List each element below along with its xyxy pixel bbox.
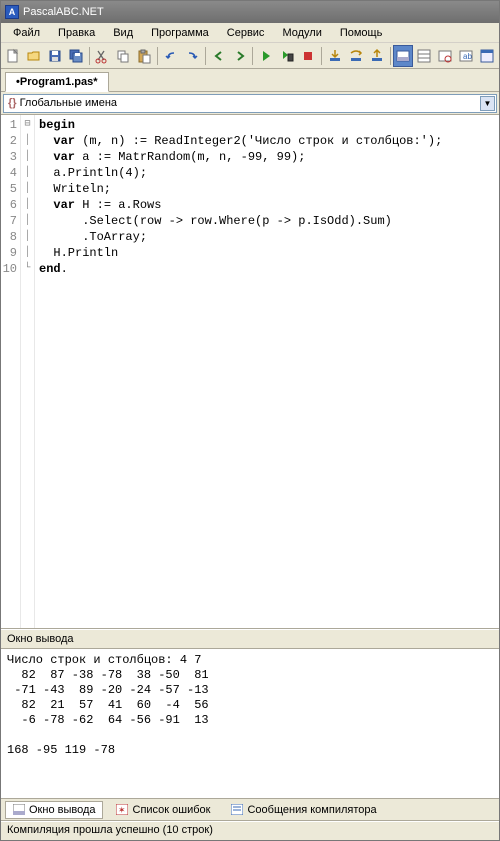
menu-bar: Файл Правка Вид Программа Сервис Модули … [1, 23, 499, 43]
tab-messages[interactable]: Сообщения компилятора [223, 801, 383, 819]
save-all-button[interactable] [66, 45, 86, 67]
messages-icon [230, 804, 243, 816]
braces-icon: {} [8, 97, 17, 109]
step-out-button[interactable] [367, 45, 387, 67]
watch-button[interactable] [435, 45, 455, 67]
form-designer-button[interactable] [477, 45, 497, 67]
toolbar-separator [252, 47, 253, 65]
toolbar-separator [321, 47, 322, 65]
save-button[interactable] [45, 45, 65, 67]
new-file-button[interactable] [3, 45, 23, 67]
panel-toggle-button[interactable] [393, 45, 413, 67]
tab-strip: •Program1.pas* [1, 69, 499, 92]
scope-combo-row: {} Глобальные имена ▼ [1, 92, 499, 115]
menu-file[interactable]: Файл [5, 25, 48, 41]
copy-button[interactable] [113, 45, 133, 67]
app-title: PascalABC.NET [23, 6, 104, 18]
chevron-down-icon[interactable]: ▼ [480, 96, 495, 111]
undo-button[interactable] [161, 45, 181, 67]
toolbar-separator [89, 47, 90, 65]
redo-button[interactable] [182, 45, 202, 67]
cut-button[interactable] [92, 45, 112, 67]
toolbar-separator [205, 47, 206, 65]
toolbar-separator [157, 47, 158, 65]
variables-button[interactable]: ab [456, 45, 476, 67]
step-over-button[interactable] [346, 45, 366, 67]
file-tab[interactable]: •Program1.pas* [5, 72, 109, 92]
open-file-button[interactable] [24, 45, 44, 67]
output-panel[interactable]: Число строк и столбцов: 4 7 82 87 -38 -7… [1, 649, 499, 799]
scope-combo[interactable]: {} Глобальные имена ▼ [3, 94, 497, 113]
output-icon [12, 804, 25, 816]
paste-button[interactable] [134, 45, 154, 67]
title-bar: A PascalABC.NET [1, 1, 499, 23]
step-into-button[interactable] [325, 45, 345, 67]
output-panel-title: Окно вывода [1, 629, 499, 649]
toolbar-separator [390, 47, 391, 65]
line-gutter: 12345678910 [1, 115, 21, 628]
tab-errors[interactable]: ✶ Список ошибок [109, 801, 218, 819]
menu-program[interactable]: Программа [143, 25, 217, 41]
status-bar: Компиляция прошла успешно (10 строк) [1, 821, 499, 840]
svg-text:✶: ✶ [118, 805, 126, 815]
tab-output[interactable]: Окно вывода [5, 801, 103, 819]
run-noconsole-button[interactable] [277, 45, 297, 67]
menu-modules[interactable]: Модули [274, 25, 329, 41]
nav-forward-button[interactable] [230, 45, 250, 67]
toolbar: ab [1, 43, 499, 69]
errors-icon: ✶ [116, 804, 129, 816]
code-area[interactable]: begin var (m, n) := ReadInteger2('Число … [35, 115, 499, 628]
status-text: Компиляция прошла успешно (10 строк) [7, 824, 213, 836]
scope-combo-label: Глобальные имена [20, 97, 118, 109]
run-button[interactable] [256, 45, 276, 67]
app-icon: A [5, 5, 19, 19]
menu-view[interactable]: Вид [105, 25, 141, 41]
bottom-tab-strip: Окно вывода ✶ Список ошибок Сообщения ко… [1, 799, 499, 821]
fold-column[interactable]: ⊟││││││││└ [21, 115, 35, 628]
menu-service[interactable]: Сервис [219, 25, 273, 41]
menu-help[interactable]: Помощь [332, 25, 391, 41]
code-editor[interactable]: 12345678910 ⊟││││││││└ begin var (m, n) … [1, 115, 499, 629]
properties-button[interactable] [414, 45, 434, 67]
menu-edit[interactable]: Правка [50, 25, 103, 41]
svg-text:ab: ab [463, 52, 472, 61]
nav-back-button[interactable] [209, 45, 229, 67]
stop-button[interactable] [298, 45, 318, 67]
